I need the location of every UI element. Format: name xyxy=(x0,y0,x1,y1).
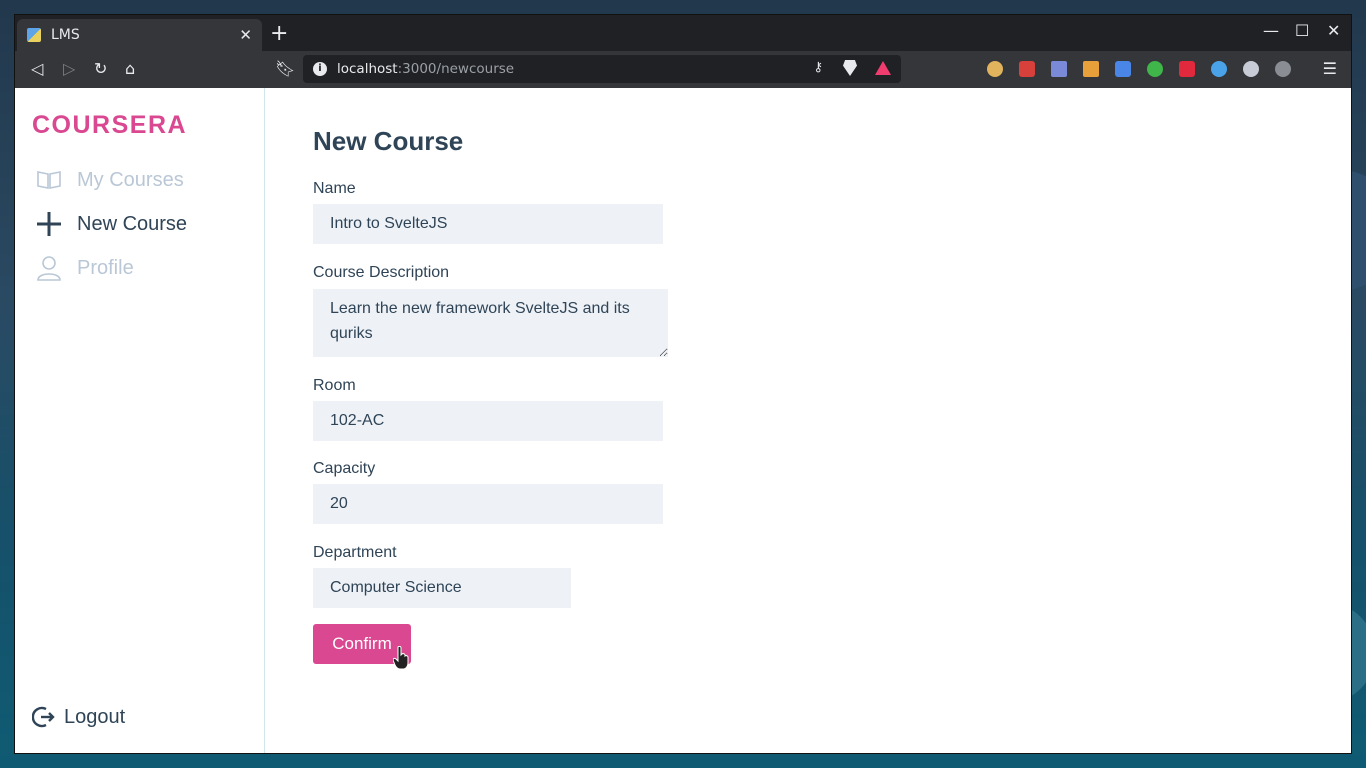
logout-button[interactable]: Logout xyxy=(31,705,126,729)
brand-logo[interactable]: COURSERA xyxy=(32,111,187,140)
back-icon[interactable]: ◁ xyxy=(31,59,43,78)
new-tab-icon[interactable]: + xyxy=(270,23,288,45)
extension-icon[interactable] xyxy=(1051,61,1067,77)
sidebar-item-label: My Courses xyxy=(77,168,184,191)
url-host: localhost xyxy=(337,61,398,77)
sidebar: COURSERA My Courses New Course Profile L… xyxy=(15,88,265,753)
extension-icon[interactable] xyxy=(987,61,1003,77)
site-info-icon[interactable]: i xyxy=(313,62,327,76)
capacity-label: Capacity xyxy=(313,460,376,477)
menu-icon[interactable]: ☰ xyxy=(1323,59,1337,78)
url-path: :3000/newcourse xyxy=(397,61,515,77)
brave-rewards-icon[interactable] xyxy=(875,61,891,75)
department-label: Department xyxy=(313,544,397,561)
name-label: Name xyxy=(313,180,356,197)
page-title: New Course xyxy=(313,126,464,156)
sidebar-item-label: New Course xyxy=(77,212,188,235)
tab-strip: LMS ✕ + — ☐ ✕ xyxy=(15,15,1351,51)
logout-label: Logout xyxy=(64,705,126,728)
user-icon xyxy=(35,254,63,282)
sidebar-item-label: Profile xyxy=(77,256,134,279)
minimize-icon[interactable]: — xyxy=(1263,21,1279,40)
description-textarea[interactable]: Learn the new framework SvelteJS and its… xyxy=(313,289,668,357)
hand-cursor-icon xyxy=(393,646,409,670)
address-bar[interactable]: i localhost:3000/newcourse ⚷ xyxy=(303,55,901,83)
browser-toolbar: ◁ ▷ ↻ ⌂ 🔖︎ i localhost:3000/newcourse ⚷ … xyxy=(15,51,1351,88)
extension-icon[interactable] xyxy=(1115,61,1131,77)
tab-title: LMS xyxy=(51,27,80,43)
description-label: Course Description xyxy=(313,264,450,281)
close-tab-icon[interactable]: ✕ xyxy=(239,26,252,44)
extension-icon[interactable] xyxy=(1179,61,1195,77)
room-label: Room xyxy=(313,377,356,394)
capacity-input[interactable] xyxy=(313,484,663,524)
bookmark-icon[interactable]: 🔖︎ xyxy=(275,59,295,78)
book-open-icon xyxy=(35,166,63,194)
extension-icon[interactable] xyxy=(1243,61,1259,77)
home-icon[interactable]: ⌂ xyxy=(125,59,135,78)
plus-icon xyxy=(35,210,63,238)
name-input[interactable] xyxy=(313,204,663,244)
favicon-icon xyxy=(27,28,41,42)
forward-icon[interactable]: ▷ xyxy=(63,59,75,78)
maximize-icon[interactable]: ☐ xyxy=(1295,21,1309,40)
extension-icon[interactable] xyxy=(1083,61,1099,77)
logout-icon xyxy=(31,705,56,729)
department-input[interactable] xyxy=(313,568,571,608)
extension-icon[interactable] xyxy=(1019,61,1035,77)
extension-icon[interactable] xyxy=(1275,61,1291,77)
browser-tab[interactable]: LMS ✕ xyxy=(17,19,262,51)
key-icon[interactable]: ⚷ xyxy=(813,60,823,75)
sidebar-item-my-courses[interactable]: My Courses xyxy=(35,166,184,194)
sidebar-item-profile[interactable]: Profile xyxy=(35,254,134,282)
reload-icon[interactable]: ↻ xyxy=(94,59,107,78)
app-page: COURSERA My Courses New Course Profile L… xyxy=(15,88,1351,753)
sidebar-item-new-course[interactable]: New Course xyxy=(35,210,187,238)
extension-icon[interactable] xyxy=(1147,61,1163,77)
browser-window: LMS ✕ + — ☐ ✕ ◁ ▷ ↻ ⌂ 🔖︎ i localhost:300… xyxy=(15,15,1351,753)
brave-shields-icon[interactable] xyxy=(843,60,857,76)
extension-icon[interactable] xyxy=(1211,61,1227,77)
close-window-icon[interactable]: ✕ xyxy=(1327,21,1340,40)
room-input[interactable] xyxy=(313,401,663,441)
